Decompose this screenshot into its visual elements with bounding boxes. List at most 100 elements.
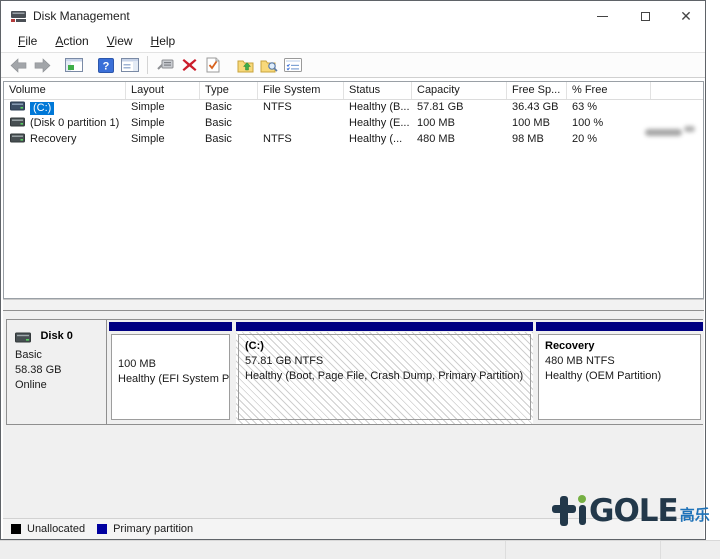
column-header-layout[interactable]: Layout [126, 82, 200, 99]
partition-color-bar [236, 322, 533, 331]
back-arrow-icon [10, 58, 27, 73]
volume-row-partition1[interactable]: (Disk 0 partition 1) Simple Basic Health… [4, 116, 703, 132]
back-button[interactable] [6, 54, 30, 76]
explore-folder-button[interactable] [257, 54, 281, 76]
divider [505, 541, 506, 559]
open-folder-button[interactable] [233, 54, 257, 76]
toolbar: ? [1, 52, 705, 78]
disk0-strip: Disk 0 Basic 58.38 GB Online 100 MB Heal… [6, 319, 703, 425]
column-header-type[interactable]: Type [200, 82, 258, 99]
partition-title: (C:) [245, 339, 524, 354]
graphical-view: Disk 0 Basic 58.38 GB Online 100 MB Heal… [3, 311, 704, 518]
logo-text: GOLE [589, 496, 678, 526]
action-pane-icon [121, 58, 139, 72]
column-header-free-space[interactable]: Free Sp... [507, 82, 567, 99]
cell-file-system: NTFS [263, 101, 292, 113]
menu-view[interactable]: View [98, 32, 142, 51]
volume-icon [10, 117, 25, 130]
folder-search-icon [260, 58, 278, 73]
cell-status: Healthy (E... [349, 117, 410, 129]
disk-kind: Basic [15, 348, 106, 363]
console-tree-icon [65, 58, 83, 72]
delete-x-icon [182, 58, 197, 72]
context-menu-button[interactable] [153, 54, 177, 76]
redacted-watermark [684, 126, 695, 132]
volume-icon [10, 101, 25, 114]
column-header-pct-free[interactable]: % Free [567, 82, 651, 99]
show-console-tree-button[interactable] [62, 54, 86, 76]
partition-size: 57.81 GB NTFS [245, 354, 524, 369]
volume-list-header: Volume Layout Type File System Status Ca… [4, 82, 703, 100]
partition-info: 100 MB Healthy (EFI System Pa [111, 334, 230, 420]
partition-size: 480 MB NTFS [545, 354, 694, 369]
volume-name-selected: (C:) [30, 102, 54, 115]
cell-status: Healthy (... [349, 133, 402, 145]
disk-icon [15, 330, 35, 347]
partition-info: (C:) 57.81 GB NTFS Healthy (Boot, Page F… [238, 334, 531, 420]
disk-management-window: Disk Management ✕ File Action View Help [0, 0, 706, 540]
help-icon: ? [98, 58, 114, 73]
logo-i-icon [578, 494, 588, 526]
minimize-button[interactable] [585, 1, 619, 31]
primary-partition-color-swatch [97, 524, 107, 534]
properties-button[interactable] [281, 54, 305, 76]
cell-type: Basic [205, 101, 232, 113]
toolbar-separator [147, 56, 148, 74]
legend-unallocated-label: Unallocated [27, 523, 85, 535]
volume-name: (Disk 0 partition 1) [30, 117, 119, 129]
disk-size: 58.38 GB [15, 363, 106, 378]
divider [660, 541, 661, 559]
document-check-icon [206, 57, 220, 73]
pane-splitter[interactable] [3, 299, 704, 311]
cell-capacity: 57.81 GB [417, 101, 463, 113]
close-button[interactable]: ✕ [669, 1, 703, 31]
menu-file[interactable]: File [9, 32, 46, 51]
context-menu-icon [156, 59, 174, 72]
legend-primary-label: Primary partition [113, 523, 193, 535]
partition-color-bar [109, 322, 232, 331]
forward-arrow-icon [34, 58, 51, 73]
redacted-watermark [645, 129, 682, 136]
app-icon [10, 9, 27, 28]
minimize-icon [597, 16, 608, 17]
cell-layout: Simple [131, 117, 165, 129]
cell-capacity: 100 MB [417, 117, 455, 129]
volume-list: Volume Layout Type File System Status Ca… [3, 81, 704, 299]
column-header-status[interactable]: Status [344, 82, 412, 99]
maximize-button[interactable] [628, 1, 662, 31]
volume-icon [10, 133, 25, 146]
disk0-label-panel[interactable]: Disk 0 Basic 58.38 GB Online [7, 320, 107, 424]
cell-status: Healthy (B... [349, 101, 410, 113]
disk-name: Disk 0 [40, 330, 72, 342]
volume-row-recovery[interactable]: Recovery Simple Basic NTFS Healthy (... … [4, 132, 703, 148]
disk-status: Online [15, 378, 106, 393]
column-header-empty[interactable] [651, 82, 703, 99]
partition-recovery[interactable]: Recovery 480 MB NTFS Healthy (OEM Partit… [536, 320, 703, 424]
commit-changes-button[interactable] [201, 54, 225, 76]
partition-efi[interactable]: 100 MB Healthy (EFI System Pa [109, 320, 232, 424]
cell-layout: Simple [131, 101, 165, 113]
svg-text:?: ? [103, 60, 110, 72]
cell-capacity: 480 MB [417, 133, 455, 145]
partition-title: Recovery [545, 339, 694, 354]
help-button[interactable]: ? [94, 54, 118, 76]
delete-volume-button[interactable] [177, 54, 201, 76]
title-bar[interactable]: Disk Management ✕ [1, 1, 705, 31]
cell-pct-free: 20 % [572, 133, 597, 145]
forward-button[interactable] [30, 54, 54, 76]
column-header-file-system[interactable]: File System [258, 82, 344, 99]
menu-action[interactable]: Action [46, 32, 97, 51]
partition-size: 100 MB [118, 357, 223, 372]
menu-help[interactable]: Help [142, 32, 185, 51]
cell-free-space: 98 MB [512, 133, 544, 145]
cell-free-space: 36.43 GB [512, 101, 558, 113]
volume-name: Recovery [30, 133, 76, 145]
menu-bar: File Action View Help [1, 31, 705, 52]
volume-row-c[interactable]: (C:) Simple Basic NTFS Healthy (B... 57.… [4, 100, 703, 116]
column-header-capacity[interactable]: Capacity [412, 82, 507, 99]
column-header-volume[interactable]: Volume [4, 82, 126, 99]
partition-c-selected[interactable]: (C:) 57.81 GB NTFS Healthy (Boot, Page F… [236, 320, 533, 424]
show-action-pane-button[interactable] [118, 54, 142, 76]
cell-pct-free: 100 % [572, 117, 603, 129]
cell-type: Basic [205, 117, 232, 129]
